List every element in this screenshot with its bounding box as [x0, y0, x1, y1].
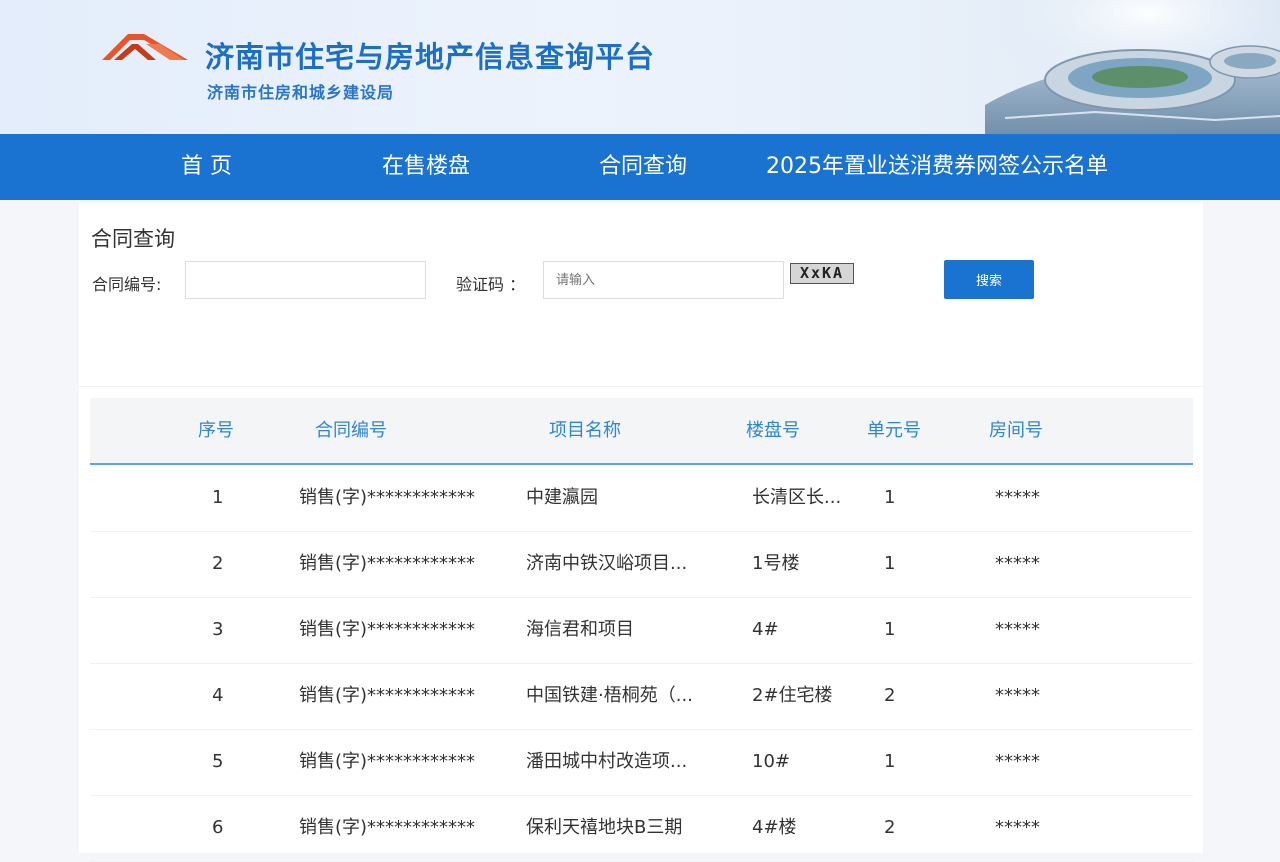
search-button[interactable]: 搜索: [944, 260, 1034, 299]
table-row[interactable]: 3 销售(字)************ 海信君和项目 4# 1 *****: [90, 597, 1193, 664]
cell-unit: 2: [884, 685, 896, 706]
cell-project-name[interactable]: 中建瀛园: [526, 465, 598, 531]
cell-index: 3: [212, 619, 224, 640]
panel-title: 合同查询: [91, 227, 175, 251]
cell-index: 2: [212, 553, 224, 574]
site-header: 济南市住宅与房地产信息查询平台 济南市住房和城乡建设局: [0, 0, 1280, 134]
cell-room: *****: [995, 817, 1040, 838]
nav-item-home[interactable]: 首 页: [181, 134, 232, 200]
main-nav: 首 页 在售楼盘 合同查询 2025年置业送消费券网签公示名单: [0, 134, 1280, 200]
cell-room: *****: [995, 751, 1040, 772]
table-row[interactable]: 5 销售(字)************ 潘田城中村改造项... 10# 1 **…: [90, 729, 1193, 796]
cell-unit: 2: [884, 817, 896, 838]
nav-item-for-sale[interactable]: 在售楼盘: [382, 134, 470, 200]
cell-index: 6: [212, 817, 224, 838]
contract-number-input[interactable]: [185, 261, 426, 299]
header-project-name: 项目名称: [549, 420, 621, 441]
cell-building: 2#住宅楼: [752, 685, 833, 706]
cell-contract-number: 销售(字)************: [299, 553, 476, 574]
cell-contract-number: 销售(字)************: [299, 685, 476, 706]
header-index: 序号: [198, 420, 234, 441]
cell-building: 长清区长...: [752, 487, 842, 508]
table-header: 序号 合同编号 项目名称 楼盘号 单元号 房间号: [90, 398, 1193, 465]
table-row[interactable]: 1 销售(字)************ 中建瀛园 长清区长... 1 *****: [90, 465, 1193, 532]
contract-table: 序号 合同编号 项目名称 楼盘号 单元号 房间号 1 销售(字)********…: [79, 387, 1203, 862]
cell-project-name[interactable]: 海信君和项目: [526, 597, 634, 663]
cell-contract-number: 销售(字)************: [299, 487, 476, 508]
site-subtitle: 济南市住房和城乡建设局: [207, 83, 395, 102]
cell-room: *****: [995, 685, 1040, 706]
cell-contract-number: 销售(字)************: [299, 751, 476, 772]
captcha-image[interactable]: XxKA: [790, 263, 854, 284]
cell-room: *****: [995, 487, 1040, 508]
table-row[interactable]: 6 销售(字)************ 保利天禧地块B三期 4#楼 2 ****…: [90, 795, 1193, 862]
house-roof-logo-icon: [102, 34, 188, 60]
search-panel: 合同查询 合同编号: 验证码 ： XxKA 搜索: [79, 203, 1203, 387]
cell-building: 10#: [752, 751, 790, 772]
cell-contract-number: 销售(字)************: [299, 619, 476, 640]
site-title: 济南市住宅与房地产信息查询平台: [205, 40, 656, 74]
table-row[interactable]: 2 销售(字)************ 济南中铁汉峪项目... 1号楼 1 **…: [90, 531, 1193, 598]
cell-project-name[interactable]: 保利天禧地块B三期: [526, 795, 682, 861]
cell-project-name[interactable]: 中国铁建·梧桐苑（...: [526, 663, 693, 729]
cell-unit: 1: [884, 751, 896, 772]
cell-unit: 1: [884, 619, 896, 640]
header-contract-number: 合同编号: [315, 420, 387, 441]
header-building: 楼盘号: [746, 420, 800, 441]
nav-item-voucher-list[interactable]: 2025年置业送消费券网签公示名单: [766, 134, 1108, 200]
cell-index: 4: [212, 685, 224, 706]
cell-project-name[interactable]: 潘田城中村改造项...: [526, 729, 687, 795]
cell-unit: 1: [884, 487, 896, 508]
cell-building: 4#: [752, 619, 779, 640]
cell-project-name[interactable]: 济南中铁汉峪项目...: [526, 531, 687, 597]
header-unit: 单元号: [867, 420, 921, 441]
cell-room: *****: [995, 553, 1040, 574]
table-row[interactable]: 4 销售(字)************ 中国铁建·梧桐苑（... 2#住宅楼 2…: [90, 663, 1193, 730]
header-room: 房间号: [989, 420, 1043, 441]
captcha-label: 验证码 ：: [456, 275, 526, 294]
cell-building: 1号楼: [752, 553, 800, 574]
cell-index: 1: [212, 487, 224, 508]
cell-building: 4#楼: [752, 817, 797, 838]
cell-index: 5: [212, 751, 224, 772]
nav-item-contract-query[interactable]: 合同查询: [599, 134, 687, 200]
stadium-banner-image: [985, 0, 1280, 134]
cell-unit: 1: [884, 553, 896, 574]
cell-room: *****: [995, 619, 1040, 640]
captcha-input[interactable]: [543, 261, 784, 299]
cell-contract-number: 销售(字)************: [299, 817, 476, 838]
contract-number-label: 合同编号:: [92, 275, 162, 294]
